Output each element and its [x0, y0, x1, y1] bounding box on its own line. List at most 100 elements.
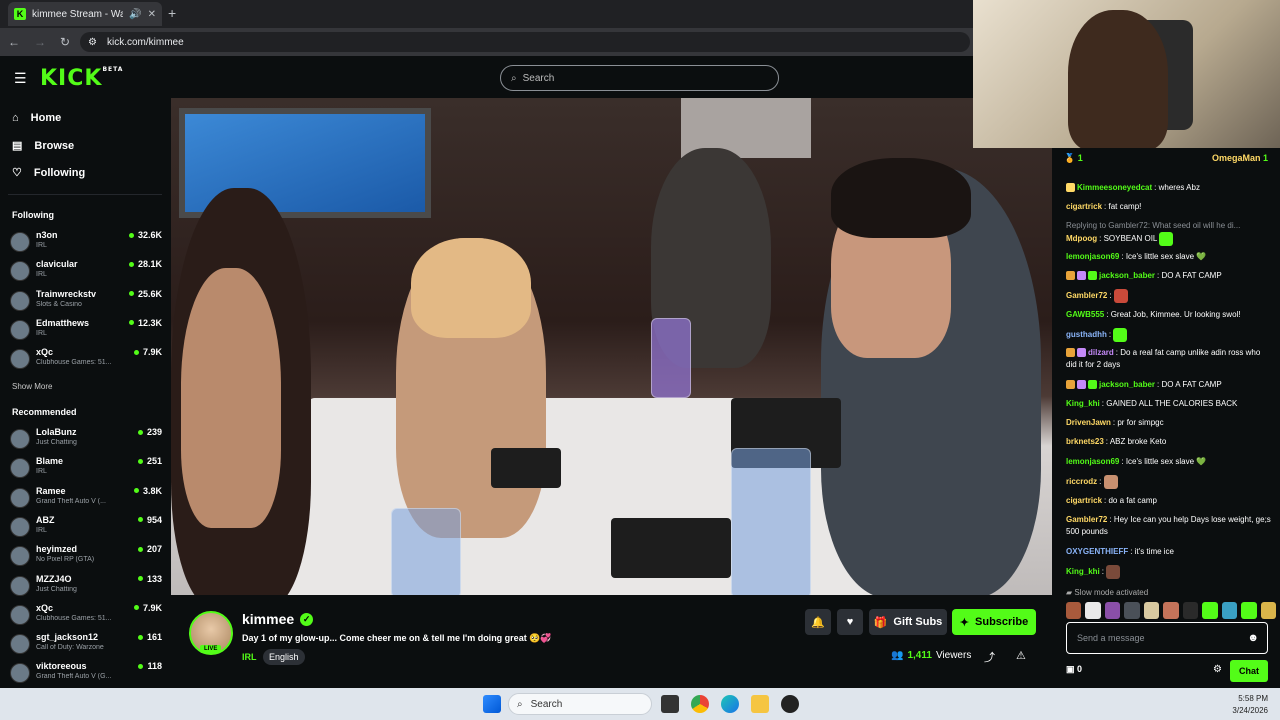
- chat-username[interactable]: lemonjason69: [1066, 457, 1119, 466]
- channel-category: Just Chatting: [36, 439, 77, 446]
- sidebar-channel-recommended[interactable]: ABZ IRL 954: [10, 514, 162, 541]
- close-tab-icon[interactable]: ✕: [148, 9, 156, 20]
- sidebar-channel-recommended[interactable]: viktoreeous Grand Theft Auto V (G... 118: [10, 660, 162, 687]
- sidebar-channel-recommended[interactable]: LolaBunz Just Chatting 239: [10, 426, 162, 453]
- chat-username[interactable]: Kimmeesoneyedcat: [1077, 183, 1152, 192]
- kick-logo[interactable]: KICKBETA: [40, 66, 123, 91]
- menu-icon[interactable]: ☰: [14, 70, 27, 87]
- browser-tab[interactable]: K kimmee Stream - Watch Li 🔊 ✕: [8, 2, 162, 26]
- chat-username[interactable]: jackson_baber: [1099, 271, 1155, 280]
- chat-username[interactable]: OXYGENTHIEFF: [1066, 547, 1128, 556]
- chat-input-placeholder: Send a message: [1077, 633, 1145, 643]
- emote-button[interactable]: [1182, 602, 1199, 619]
- channel-avatar: [10, 546, 30, 567]
- channel-avatar: [10, 232, 30, 252]
- emote-button[interactable]: [1066, 602, 1082, 619]
- file-explorer-icon[interactable]: [751, 695, 769, 713]
- chat-username[interactable]: lemonjason69: [1066, 252, 1119, 261]
- gift-subs-button[interactable]: 🎁 Gift Subs: [869, 609, 947, 635]
- new-tab-button[interactable]: +: [168, 5, 176, 21]
- sidebar-channel-recommended[interactable]: sgt_jackson12 Call of Duty: Warzone 161: [10, 631, 162, 658]
- sidebar-channel-recommended[interactable]: Ramee Grand Theft Auto V (... 3.8K: [10, 485, 162, 512]
- chat-username[interactable]: cigartrick: [1066, 496, 1102, 505]
- speaker-icon[interactable]: 🔊: [129, 9, 141, 20]
- task-view-icon[interactable]: [661, 695, 679, 713]
- streamer-name[interactable]: kimmee ✓: [242, 611, 314, 627]
- edge-icon[interactable]: [721, 695, 739, 713]
- nav-following[interactable]: ♡ Following: [12, 166, 85, 180]
- chat-send-button[interactable]: Chat: [1230, 660, 1268, 682]
- emote-button[interactable]: [1260, 602, 1276, 619]
- sidebar-channel-recommended[interactable]: Blame IRL 251: [10, 455, 162, 482]
- url-field[interactable]: ⚙ kick.com/kimmee: [80, 32, 970, 52]
- emote-button[interactable]: [1085, 602, 1101, 619]
- chat-text: pr for simpgc: [1117, 418, 1164, 427]
- chat-username[interactable]: King_khi: [1066, 399, 1100, 408]
- chat-input[interactable]: Send a message ☻: [1066, 622, 1268, 654]
- subscribe-button[interactable]: ✦ Subscribe: [952, 609, 1036, 635]
- chat-colon: :: [1099, 477, 1104, 487]
- emote-button[interactable]: [1143, 602, 1160, 619]
- nav-browse[interactable]: ▤ Browse: [12, 139, 74, 153]
- search-input[interactable]: ⌕ Search: [500, 65, 779, 91]
- nav-home[interactable]: ⌂ Home: [12, 112, 61, 124]
- notification-button[interactable]: 🔔: [805, 609, 831, 635]
- chat-username[interactable]: dilzard: [1088, 348, 1114, 357]
- windows-start-icon[interactable]: [483, 695, 501, 713]
- chat-username[interactable]: Mdpoog: [1066, 234, 1097, 243]
- video-player[interactable]: [171, 98, 1052, 595]
- channel-name: clavicular: [36, 259, 78, 270]
- emote-button[interactable]: [1163, 602, 1179, 619]
- chat-text: Great Job, Kimmee. Ur looking swol!: [1110, 310, 1241, 319]
- emote-button[interactable]: [1241, 602, 1257, 619]
- chat-username[interactable]: gusthadhh: [1066, 330, 1107, 339]
- report-icon[interactable]: ⚠: [1016, 649, 1026, 662]
- site-info-icon[interactable]: ⚙: [88, 37, 97, 48]
- sidebar-channel-recommended[interactable]: MZZJ4O Just Chatting 133: [10, 573, 162, 600]
- channel-viewers: 207: [137, 544, 162, 554]
- forward-icon[interactable]: →: [34, 35, 46, 49]
- emote-button[interactable]: [1221, 602, 1238, 619]
- taskbar-search[interactable]: ⌕ Search: [508, 693, 652, 715]
- emote-button[interactable]: [1202, 602, 1218, 619]
- recommended-title: Recommended: [12, 407, 77, 417]
- chat-username[interactable]: cigartrick: [1066, 202, 1102, 211]
- live-dot-icon: [137, 576, 143, 581]
- sidebar-channel-recommended[interactable]: heyimzed No Pixel RP (GTA) 207: [10, 543, 162, 570]
- chat-username[interactable]: jackson_baber: [1099, 380, 1155, 389]
- emoji-icon[interactable]: ☻: [1247, 632, 1259, 644]
- user-badge-icon: [1077, 380, 1086, 390]
- chat-username[interactable]: GAWB555: [1066, 310, 1104, 319]
- back-icon[interactable]: ←: [8, 35, 20, 49]
- emote-button[interactable]: [1124, 602, 1140, 619]
- sidebar-channel-following[interactable]: Edmatthews IRL 12.3K: [10, 317, 162, 344]
- video-person: [411, 238, 531, 338]
- chat-username[interactable]: riccrodz: [1066, 477, 1097, 486]
- reload-icon[interactable]: ↻: [60, 35, 70, 49]
- chat-username[interactable]: brknets23: [1066, 437, 1104, 446]
- show-more-link[interactable]: Show More: [12, 382, 52, 391]
- sidebar-channel-recommended[interactable]: xQc Clubhouse Games: 51... 7.9K: [10, 602, 162, 629]
- sidebar-channel-following[interactable]: xQc Clubhouse Games: 51... 7.9K: [10, 346, 162, 373]
- chat-username[interactable]: DrivenJawn: [1066, 418, 1111, 427]
- obs-icon[interactable]: [781, 695, 799, 713]
- chat-username[interactable]: Gambler72: [1066, 515, 1107, 524]
- language-tag[interactable]: English: [263, 649, 305, 665]
- chat-username[interactable]: Gambler72: [1066, 291, 1107, 300]
- sidebar-channel-following[interactable]: n3on IRL 32.6K: [10, 229, 162, 256]
- sidebar-channel-following[interactable]: Trainwreckstv Slots & Casino 25.6K: [10, 288, 162, 315]
- points-display[interactable]: ▣ 0: [1066, 664, 1082, 675]
- category-tag[interactable]: IRL: [242, 650, 257, 664]
- system-clock[interactable]: 5:58 PM 3/24/2026: [1232, 693, 1268, 717]
- emote-button[interactable]: [1104, 602, 1121, 619]
- settings-icon[interactable]: ⚙: [1213, 664, 1222, 675]
- live-dot-icon: [133, 349, 139, 355]
- chat-message: gusthadhh:: [1066, 328, 1271, 342]
- follow-button[interactable]: ♥: [837, 609, 863, 635]
- sidebar-channel-following[interactable]: clavicular IRL 28.1K: [10, 258, 162, 285]
- live-dot-icon: [138, 663, 144, 669]
- share-icon[interactable]: ⤴: [984, 649, 995, 665]
- chrome-icon[interactable]: [691, 695, 709, 713]
- chat-username[interactable]: King_khi: [1066, 567, 1100, 576]
- chat-text: fat camp!: [1108, 202, 1142, 211]
